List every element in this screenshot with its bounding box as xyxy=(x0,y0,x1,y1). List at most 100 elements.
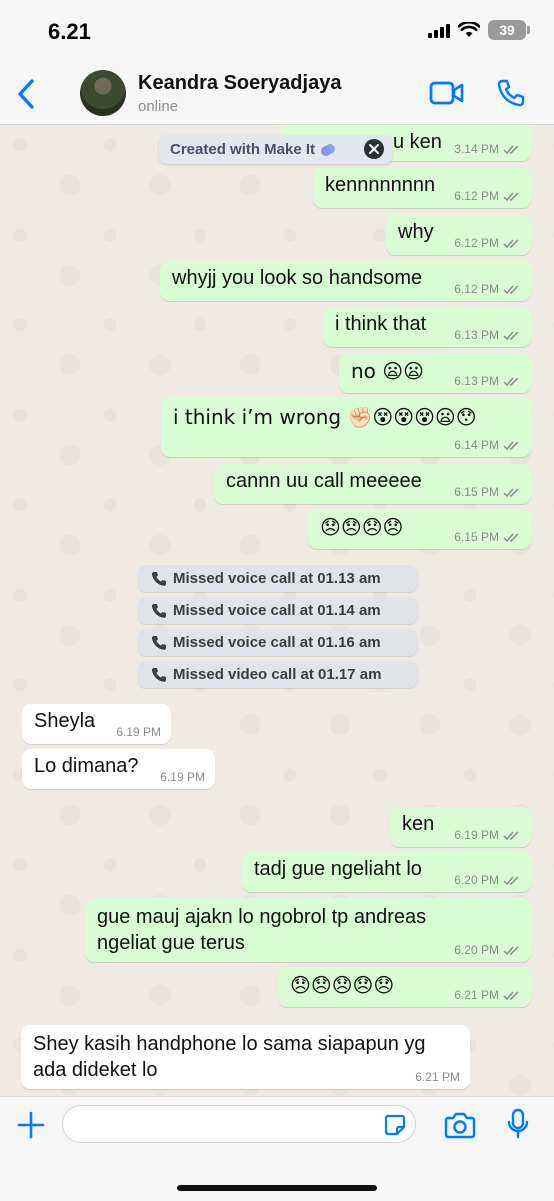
double-check-icon xyxy=(503,376,519,386)
make-it-watermark[interactable]: Created with Make It xyxy=(159,135,392,164)
message-input[interactable] xyxy=(62,1105,416,1143)
sticker-icon[interactable] xyxy=(384,1114,406,1136)
message-meta: 6.14 PM xyxy=(454,438,521,452)
message-time: 6.12 PM xyxy=(454,189,499,203)
message-bubble[interactable]: Sheyla 6.19 PM xyxy=(22,704,171,744)
double-check-icon xyxy=(503,532,519,542)
status-icons: 39 xyxy=(428,20,530,40)
double-check-icon xyxy=(503,238,519,248)
message-meta: 6.21 PM xyxy=(454,988,521,1002)
message-text: gue mauj ajakn lo ngobrol tp andreas nge… xyxy=(97,906,427,954)
message-text: i think that xyxy=(335,313,427,335)
message-text: tadj gue ngeliaht lo xyxy=(254,858,422,880)
message-meta: 6.19 PM xyxy=(116,725,161,739)
double-check-icon xyxy=(503,990,519,1000)
message-bubble[interactable]: whyjj you look so handsome 6.12 PM xyxy=(160,261,531,301)
phone-icon xyxy=(151,603,166,618)
message-text: Sheyla xyxy=(34,710,96,732)
double-check-icon xyxy=(503,191,519,201)
message-bubble[interactable]: ken 6.19 PM xyxy=(390,807,531,847)
message-meta: 6.12 PM xyxy=(454,189,521,203)
message-text: 😞😞😞😞 xyxy=(320,515,404,539)
sparkle-icon xyxy=(321,143,336,156)
missed-call-notice[interactable]: Missed voice call at 01.14 am xyxy=(137,597,418,624)
message-meta: 3.14 PM xyxy=(454,142,521,156)
missed-call-notice[interactable]: Missed voice call at 01.16 am xyxy=(137,629,418,656)
phone-icon xyxy=(151,635,166,650)
message-time: 6.13 PM xyxy=(454,374,499,388)
message-bubble[interactable]: no 😦😦 6.13 PM xyxy=(339,353,531,393)
message-time: 6.21 PM xyxy=(415,1070,460,1084)
double-check-icon xyxy=(503,144,519,154)
contact-name[interactable]: Keandra Soeryadjaya xyxy=(138,72,341,95)
message-bubble[interactable]: Shey kasih handphone lo sama siapapun yg… xyxy=(21,1025,470,1089)
message-bubble[interactable]: i think that 6.13 PM xyxy=(323,307,531,347)
double-check-icon xyxy=(503,875,519,885)
battery-icon: 39 xyxy=(488,20,530,40)
missed-call-text: Missed video call at 01.17 am xyxy=(173,666,382,683)
message-text: 😞😞😞😞😞 xyxy=(290,973,395,997)
home-indicator xyxy=(177,1185,377,1191)
message-meta: 6.21 PM xyxy=(415,1070,460,1084)
chat-header: Keandra Soeryadjaya online xyxy=(0,62,554,125)
double-check-icon xyxy=(503,945,519,955)
message-text: whyjj you look so handsome xyxy=(172,267,423,289)
microphone-icon[interactable] xyxy=(506,1108,530,1140)
close-icon[interactable] xyxy=(364,139,384,159)
double-check-icon xyxy=(503,330,519,340)
message-meta: 6.13 PM xyxy=(454,328,521,342)
message-bubble[interactable]: Lo dimana? 6.19 PM xyxy=(22,749,215,789)
video-call-icon[interactable] xyxy=(429,78,465,108)
message-meta: 6.15 PM xyxy=(454,530,521,544)
message-bubble[interactable]: 😞😞😞😞 6.15 PM xyxy=(308,509,531,549)
camera-icon[interactable] xyxy=(444,1111,476,1139)
message-text: u ken xyxy=(393,131,442,153)
chat-area[interactable]: u ken 3.14 PM kennnnnnnn 6.12 PM why 6.1… xyxy=(0,125,554,1096)
cellular-signal-icon xyxy=(428,22,450,38)
message-text: ken xyxy=(402,813,435,835)
double-check-icon xyxy=(503,830,519,840)
message-text: Shey kasih handphone lo sama siapapun yg… xyxy=(33,1033,426,1081)
message-bubble[interactable]: cannn uu call meeeee 6.15 PM xyxy=(214,464,531,504)
avatar[interactable] xyxy=(80,70,126,116)
missed-call-text: Missed voice call at 01.13 am xyxy=(173,570,381,587)
missed-call-text: Missed voice call at 01.16 am xyxy=(173,634,381,651)
contact-status: online xyxy=(138,98,179,115)
chevron-left-icon[interactable] xyxy=(14,78,40,110)
message-text: i think i’m wrong ✊🏻😵😵😵😦😯 xyxy=(173,405,477,429)
message-time: 6.20 PM xyxy=(454,943,499,957)
double-check-icon xyxy=(503,284,519,294)
message-time: 6.13 PM xyxy=(454,328,499,342)
message-text: no 😦😦 xyxy=(351,359,424,383)
message-bubble[interactable]: i think i’m wrong ✊🏻😵😵😵😦😯 6.14 PM xyxy=(161,397,531,457)
missed-call-notice[interactable]: Missed voice call at 01.13 am xyxy=(137,565,418,592)
phone-icon[interactable] xyxy=(496,78,526,108)
message-time: 6.12 PM xyxy=(454,282,499,296)
missed-call-notice[interactable]: Missed video call at 01.17 am xyxy=(137,661,418,688)
message-bubble[interactable]: gue mauj ajakn lo ngobrol tp andreas nge… xyxy=(85,898,531,962)
message-text: Lo dimana? xyxy=(34,755,139,777)
message-bubble[interactable]: tadj gue ngeliaht lo 6.20 PM xyxy=(242,852,531,892)
message-bubble[interactable]: kennnnnnnn 6.12 PM xyxy=(313,168,531,208)
message-bubble[interactable]: why 6.12 PM xyxy=(386,215,531,255)
message-time: 6.19 PM xyxy=(116,725,161,739)
missed-call-text: Missed voice call at 01.14 am xyxy=(173,602,381,619)
input-bar xyxy=(0,1096,554,1201)
double-check-icon xyxy=(503,440,519,450)
plus-icon[interactable] xyxy=(17,1111,45,1139)
message-meta: 6.15 PM xyxy=(454,485,521,499)
message-time: 6.12 PM xyxy=(454,236,499,250)
message-meta: 6.12 PM xyxy=(454,282,521,296)
message-meta: 6.12 PM xyxy=(454,236,521,250)
message-bubble[interactable]: 😞😞😞😞😞 6.21 PM xyxy=(278,967,531,1007)
phone-icon xyxy=(151,667,166,682)
watermark-text: Created with Make It xyxy=(170,141,316,158)
message-meta: 6.20 PM xyxy=(454,943,521,957)
status-bar: 6.21 39 xyxy=(0,0,554,62)
message-text: cannn uu call meeeee xyxy=(226,470,422,492)
phone-icon xyxy=(151,571,166,586)
status-time: 6.21 xyxy=(48,19,91,44)
message-time: 3.14 PM xyxy=(454,142,499,156)
wifi-icon xyxy=(458,22,480,37)
message-text: kennnnnnnn xyxy=(325,174,436,196)
